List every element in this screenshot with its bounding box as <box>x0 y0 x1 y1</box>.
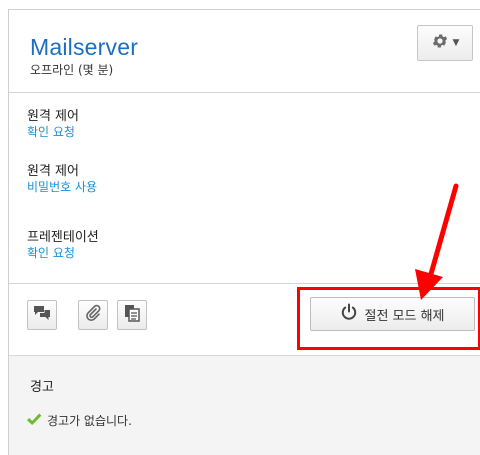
setting-label: 프레젠테이션 <box>27 230 99 245</box>
setting-value[interactable]: 확인 요청 <box>27 246 99 261</box>
alerts-section: 경고 경고가 없습니다. <box>9 355 480 455</box>
device-name: Mailserver <box>30 34 139 60</box>
paperclip-icon <box>84 304 102 326</box>
alerts-status: 경고가 없습니다. <box>26 412 132 429</box>
clipboard-button[interactable] <box>117 300 147 330</box>
power-icon <box>340 303 358 325</box>
setting-value[interactable]: 확인 요청 <box>27 125 79 140</box>
settings-menu-button[interactable]: ▼ <box>417 25 473 61</box>
setting-label: 원격 제어 <box>27 109 79 124</box>
settings-list: 원격 제어 확인 요청 원격 제어 비밀번호 사용 프레젠테이션 확인 요청 <box>9 93 480 283</box>
action-bar: 절전 모드 해제 <box>9 283 480 356</box>
alerts-message: 경고가 없습니다. <box>47 414 132 428</box>
gear-icon <box>431 32 449 54</box>
chat-icon <box>33 305 51 325</box>
attach-file-button[interactable] <box>78 300 108 330</box>
chevron-down-icon: ▼ <box>452 38 460 48</box>
device-status: 오프라인 (몇 분) <box>30 63 114 77</box>
alerts-title: 경고 <box>30 380 54 395</box>
setting-label: 원격 제어 <box>27 164 79 179</box>
wake-up-button[interactable]: 절전 모드 해제 <box>310 297 475 331</box>
panel-header: Mailserver 오프라인 (몇 분) ▼ <box>9 10 480 93</box>
checkmark-icon <box>26 412 42 429</box>
computer-details-panel: Mailserver 오프라인 (몇 분) ▼ 원격 제어 확인 요청 원격 제… <box>8 9 480 455</box>
setting-presentation: 프레젠테이션 확인 요청 <box>27 229 99 261</box>
setting-remote-control-1: 원격 제어 확인 요청 <box>27 108 79 140</box>
setting-remote-control-2: 원격 제어 비밀번호 사용 <box>27 163 97 195</box>
chat-button[interactable] <box>27 300 57 330</box>
clipboard-icon <box>124 304 140 326</box>
setting-value[interactable]: 비밀번호 사용 <box>27 180 97 195</box>
wake-up-label: 절전 모드 해제 <box>364 308 445 324</box>
